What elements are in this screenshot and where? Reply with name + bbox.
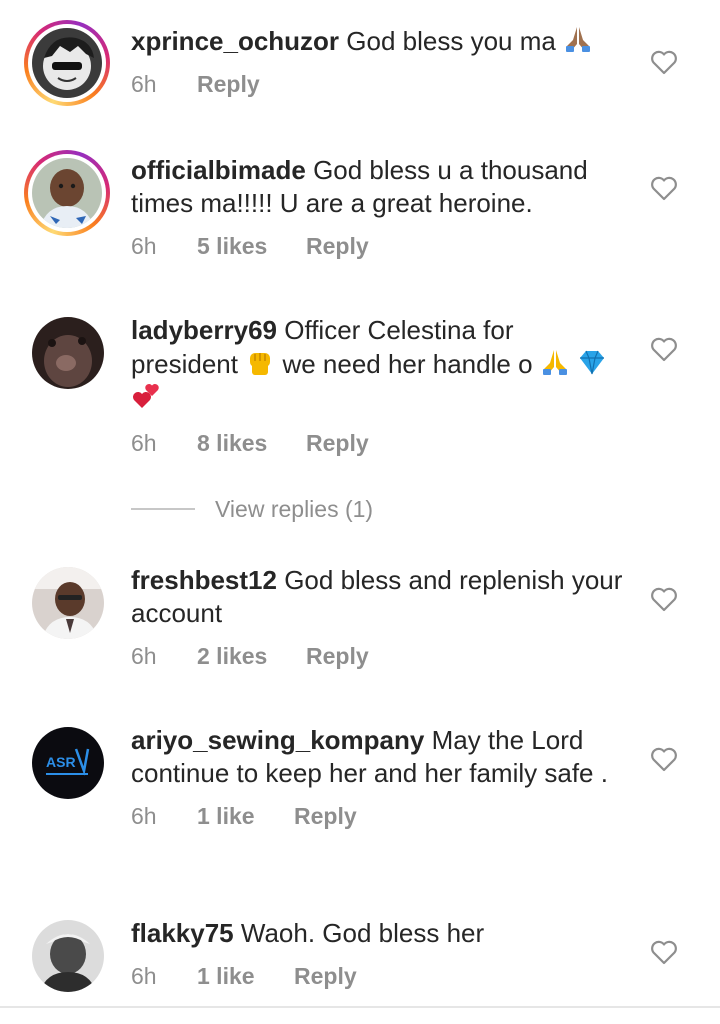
heart-outline-icon[interactable] bbox=[650, 939, 678, 965]
story-ring[interactable] bbox=[24, 20, 110, 106]
comment-text: flakky75 Waoh. God bless her bbox=[131, 917, 624, 950]
reply-button[interactable]: Reply bbox=[294, 802, 357, 830]
avatar[interactable] bbox=[32, 158, 102, 228]
comment-meta: 6h 1 like Reply bbox=[131, 802, 624, 830]
likes-count[interactable]: 1 like bbox=[197, 962, 294, 990]
comment-meta: 6h Reply bbox=[131, 70, 624, 98]
comment-text: ladyberry69 Officer Celestina for presid… bbox=[131, 314, 624, 415]
likes-count[interactable]: 1 like bbox=[197, 802, 294, 830]
comment-text: ariyo_sewing_kompany May the Lord contin… bbox=[131, 724, 624, 790]
comment-body: God bless you ma bbox=[346, 26, 556, 56]
reply-button[interactable]: Reply bbox=[197, 70, 260, 98]
avatar[interactable]: ASR bbox=[32, 727, 104, 799]
comment-text: xprince_ochuzor God bless you ma bbox=[131, 24, 624, 58]
comment-meta: 6h 2 likes Reply bbox=[131, 642, 624, 670]
avatar[interactable] bbox=[32, 28, 102, 98]
comment-meta: 6h 1 like Reply bbox=[131, 962, 624, 990]
comment-time: 6h bbox=[131, 803, 157, 829]
comment-time: 6h bbox=[131, 430, 157, 456]
avatar[interactable] bbox=[32, 920, 104, 992]
svg-text:ASR: ASR bbox=[46, 754, 76, 770]
likes-count[interactable]: 2 likes bbox=[197, 642, 306, 670]
heart-outline-icon[interactable] bbox=[650, 746, 678, 772]
comment-item: flakky75 Waoh. God bless her 6h 1 like R… bbox=[0, 905, 720, 1005]
reply-button[interactable]: Reply bbox=[306, 429, 369, 457]
reply-button[interactable]: Reply bbox=[306, 642, 369, 670]
comment-item: freshbest12 God bless and replenish your… bbox=[0, 552, 720, 712]
comment-username[interactable]: freshbest12 bbox=[131, 565, 277, 595]
comment-item: officialbimade God bless u a thousand ti… bbox=[0, 130, 720, 300]
comment-time: 6h bbox=[131, 71, 157, 97]
comment-meta: 6h 8 likes Reply bbox=[131, 429, 624, 457]
comment-time: 6h bbox=[131, 963, 157, 989]
comment-body: we need her handle o bbox=[282, 349, 533, 379]
comment-text: freshbest12 God bless and replenish your… bbox=[131, 564, 624, 630]
likes-count[interactable]: 8 likes bbox=[197, 429, 306, 457]
gem-emoji bbox=[580, 350, 604, 375]
folded-hands-emoji bbox=[566, 27, 591, 52]
comment-username[interactable]: ladyberry69 bbox=[131, 315, 277, 345]
raised-fist-emoji bbox=[250, 353, 271, 375]
comment-body: Waoh. God bless her bbox=[240, 918, 485, 948]
comment-text: officialbimade God bless u a thousand ti… bbox=[131, 154, 624, 220]
avatar[interactable] bbox=[32, 567, 104, 639]
divider bbox=[0, 1006, 720, 1008]
two-hearts-emoji bbox=[133, 384, 159, 408]
comment-item: ladyberry69 Officer Celestina for presid… bbox=[0, 300, 720, 480]
avatar[interactable] bbox=[32, 317, 104, 389]
reply-button[interactable]: Reply bbox=[294, 962, 357, 990]
heart-outline-icon[interactable] bbox=[650, 336, 678, 362]
heart-outline-icon[interactable] bbox=[650, 586, 678, 612]
comment-username[interactable]: officialbimade bbox=[131, 155, 306, 185]
comment-time: 6h bbox=[131, 643, 157, 669]
comment-username[interactable]: flakky75 bbox=[131, 918, 234, 948]
story-ring[interactable] bbox=[24, 150, 110, 236]
view-replies-line bbox=[131, 508, 195, 510]
comment-username[interactable]: ariyo_sewing_kompany bbox=[131, 725, 424, 755]
comment-username[interactable]: xprince_ochuzor bbox=[131, 26, 339, 56]
view-replies-label[interactable]: View replies (1) bbox=[215, 496, 373, 523]
comment-meta: 6h 5 likes Reply bbox=[131, 232, 624, 260]
comment-time: 6h bbox=[131, 233, 157, 259]
reply-button[interactable]: Reply bbox=[306, 232, 369, 260]
comments-list: xprince_ochuzor God bless you ma 6h Repl… bbox=[0, 0, 720, 1024]
heart-outline-icon[interactable] bbox=[650, 49, 678, 75]
view-replies-button[interactable]: View replies (1) bbox=[131, 494, 373, 524]
likes-count[interactable]: 5 likes bbox=[197, 232, 306, 260]
heart-outline-icon[interactable] bbox=[650, 175, 678, 201]
comment-item: xprince_ochuzor God bless you ma 6h Repl… bbox=[0, 0, 720, 130]
folded-hands-emoji bbox=[542, 350, 567, 375]
comment-item: ASR ariyo_sewing_kompany May the Lord co… bbox=[0, 712, 720, 902]
